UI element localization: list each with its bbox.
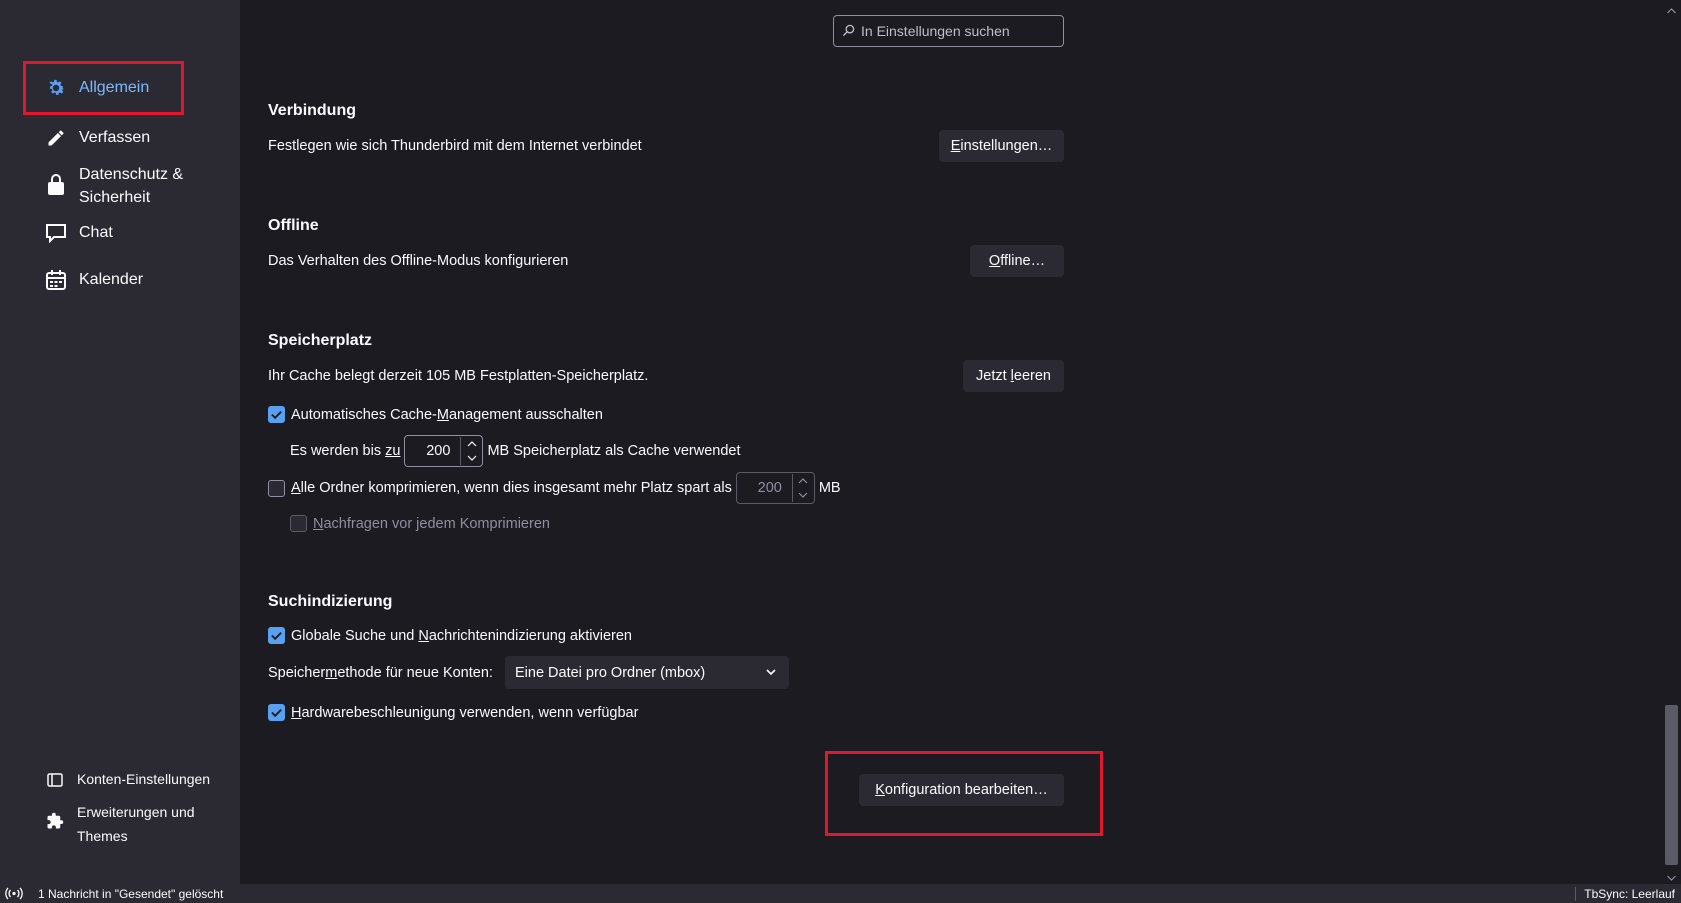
chevron-down-icon[interactable] (461, 451, 482, 465)
checkbox-accesskey: H (291, 704, 302, 721)
chevron-down-icon (765, 666, 777, 682)
status-bar: 1 Nachricht in "Gesendet" gelöscht TbSyn… (0, 884, 1681, 903)
status-message: 1 Nachricht in "Gesendet" gelöscht (38, 887, 224, 901)
sidebar-link-label: Erweiterungen und (77, 804, 195, 820)
hw-accel-checkbox[interactable] (268, 704, 285, 721)
button-accesskey: K (875, 782, 885, 798)
cache-size-unit-label: MB Speicherplatz als Cache verwendet (487, 443, 741, 459)
sidebar-item-label: Kalender (79, 271, 144, 288)
sidebar-item-verfassen[interactable]: Verfassen (45, 127, 150, 149)
checkbox-accesskey: N (313, 515, 324, 532)
checkbox-label: Automatisches Cache- (291, 406, 437, 423)
tbsync-status[interactable]: TbSync: Leerlauf (1575, 887, 1675, 901)
scrollbar[interactable] (1662, 0, 1681, 884)
sidebar-link-konten[interactable]: Konten-Einstellungen (46, 771, 210, 789)
cache-usage-description: Ihr Cache belegt derzeit 105 MB Festplat… (268, 368, 649, 384)
pencil-icon (45, 127, 67, 149)
section-title-offline: Offline (268, 217, 319, 234)
checkmark-icon (271, 709, 282, 718)
connection-settings-button[interactable]: Einstellungen… (939, 130, 1064, 162)
sidebar-item-label: Sicherheit (79, 189, 151, 206)
account-icon (46, 771, 64, 789)
sidebar-item-datenschutz[interactable]: Datenschutz & Sicherheit (45, 163, 183, 209)
global-search-checkbox[interactable] (268, 627, 285, 644)
offline-description: Das Verhalten des Offline-Modus konfigur… (268, 253, 569, 269)
checkbox-label: achrichtenindizierung aktivieren (428, 627, 632, 644)
store-type-value: Eine Datei pro Ordner (mbox) (515, 664, 706, 681)
sidebar: Allgemein Verfassen Datenschutz & Sicher… (0, 0, 240, 884)
checkbox-accesskey: A (291, 480, 301, 496)
clear-cache-button[interactable]: Jetzt l eeren (963, 360, 1064, 392)
config-editor-button[interactable]: Konfiguration bearbeiten… (859, 774, 1064, 806)
calendar-icon (45, 269, 67, 291)
button-label: instellungen… (960, 138, 1053, 154)
section-title-suchindizierung: Suchindizierung (268, 593, 393, 610)
checkbox-label: anagement ausschalten (448, 406, 603, 423)
sidebar-item-label: Chat (79, 224, 113, 241)
store-type-accesskey: m (325, 665, 338, 681)
cache-size-accesskey: zu (385, 443, 401, 459)
auto-cache-checkbox-row[interactable]: Automatisches Cache- Management ausschalt… (268, 406, 603, 423)
compact-checkbox-row[interactable]: Alle Ordner komprimieren, wenn dies insg… (268, 472, 841, 504)
lock-icon (45, 173, 67, 195)
search-placeholder: In Einstellungen suchen (861, 23, 1010, 39)
auto-cache-checkbox[interactable] (268, 406, 285, 423)
button-label: Jetzt (976, 368, 1011, 384)
button-label: onfiguration bearbeiten… (884, 782, 1048, 798)
gear-icon (45, 77, 67, 99)
button-label: eeren (1013, 368, 1051, 384)
compact-unit-label: MB (818, 480, 841, 496)
scroll-down-icon[interactable] (1667, 868, 1676, 885)
compact-threshold-value: 200 (757, 480, 782, 496)
checkbox-accesskey: N (418, 627, 429, 644)
checkbox-label: lle Ordner komprimieren, wenn dies insge… (300, 480, 732, 496)
sidebar-item-chat[interactable]: Chat (45, 222, 113, 244)
global-search-checkbox-row[interactable]: Globale Suche und Nachrichtenindizierung… (268, 627, 632, 644)
section-title-speicherplatz: Speicherplatz (268, 332, 373, 349)
store-type-label-row: Speicher m ethode für neue Konten: (268, 665, 493, 681)
cache-size-stepper[interactable]: 200 (404, 435, 484, 467)
sidebar-link-label: Konten-Einstellungen (77, 771, 211, 787)
sidebar-link-label: Themes (77, 828, 128, 844)
chevron-down-icon[interactable] (793, 488, 814, 502)
hw-accel-checkbox-row[interactable]: Hardwarebeschleunigung verwenden, wenn v… (268, 704, 638, 721)
verbindung-description: Festlegen wie sich Thunderbird mit dem I… (268, 138, 642, 154)
button-label: ffline… (1000, 253, 1046, 269)
button-accesskey: E (950, 138, 961, 154)
cache-size-label: Es werden bis (290, 443, 386, 459)
store-type-label: Speicher (268, 665, 326, 681)
compact-threshold-stepper[interactable]: 200 (735, 472, 815, 504)
sidebar-item-label: Allgemein (79, 79, 150, 96)
search-icon (842, 24, 856, 38)
online-status-icon[interactable] (5, 887, 23, 903)
scroll-up-icon[interactable] (1667, 1, 1676, 18)
checkbox-label: ardwarebeschleunigung verwenden, wenn ve… (301, 704, 639, 721)
checkbox-accesskey: M (436, 406, 449, 423)
scrollbar-thumb[interactable] (1665, 705, 1678, 865)
sidebar-link-erweiterungen[interactable]: Erweiterungen und Themes (46, 800, 195, 848)
store-type-label: ethode für neue Konten: (337, 665, 493, 681)
sidebar-item-kalender[interactable]: Kalender (45, 269, 143, 291)
checkmark-icon (271, 411, 282, 420)
button-accesskey: O (988, 253, 1001, 269)
search-input[interactable]: In Einstellungen suchen (833, 15, 1064, 47)
checkmark-icon (271, 632, 282, 641)
puzzle-icon (46, 812, 64, 830)
chat-icon (45, 222, 67, 244)
ask-compact-checkbox-row[interactable]: Nachfragen vor jedem Komprimieren (290, 515, 550, 532)
cache-size-value: 200 (426, 443, 451, 459)
sidebar-item-label: Datenschutz & (79, 166, 184, 183)
section-title-verbindung: Verbindung (268, 102, 356, 119)
checkbox-label: achfragen vor jedem Komprimieren (323, 515, 550, 532)
sidebar-item-label: Verfassen (79, 129, 151, 146)
offline-button[interactable]: Offline… (970, 245, 1064, 277)
checkbox-label: Globale Suche und (291, 627, 419, 644)
chevron-up-icon[interactable] (793, 474, 814, 488)
compact-checkbox[interactable] (268, 479, 285, 497)
chevron-up-icon[interactable] (461, 437, 482, 451)
ask-compact-checkbox[interactable] (290, 515, 307, 532)
cache-size-row: Es werden bis zu 200 MB Speicherplatz al… (290, 435, 741, 467)
store-type-select[interactable]: Eine Datei pro Ordner (mbox) (505, 656, 789, 689)
sidebar-item-allgemein[interactable]: Allgemein (45, 77, 149, 99)
